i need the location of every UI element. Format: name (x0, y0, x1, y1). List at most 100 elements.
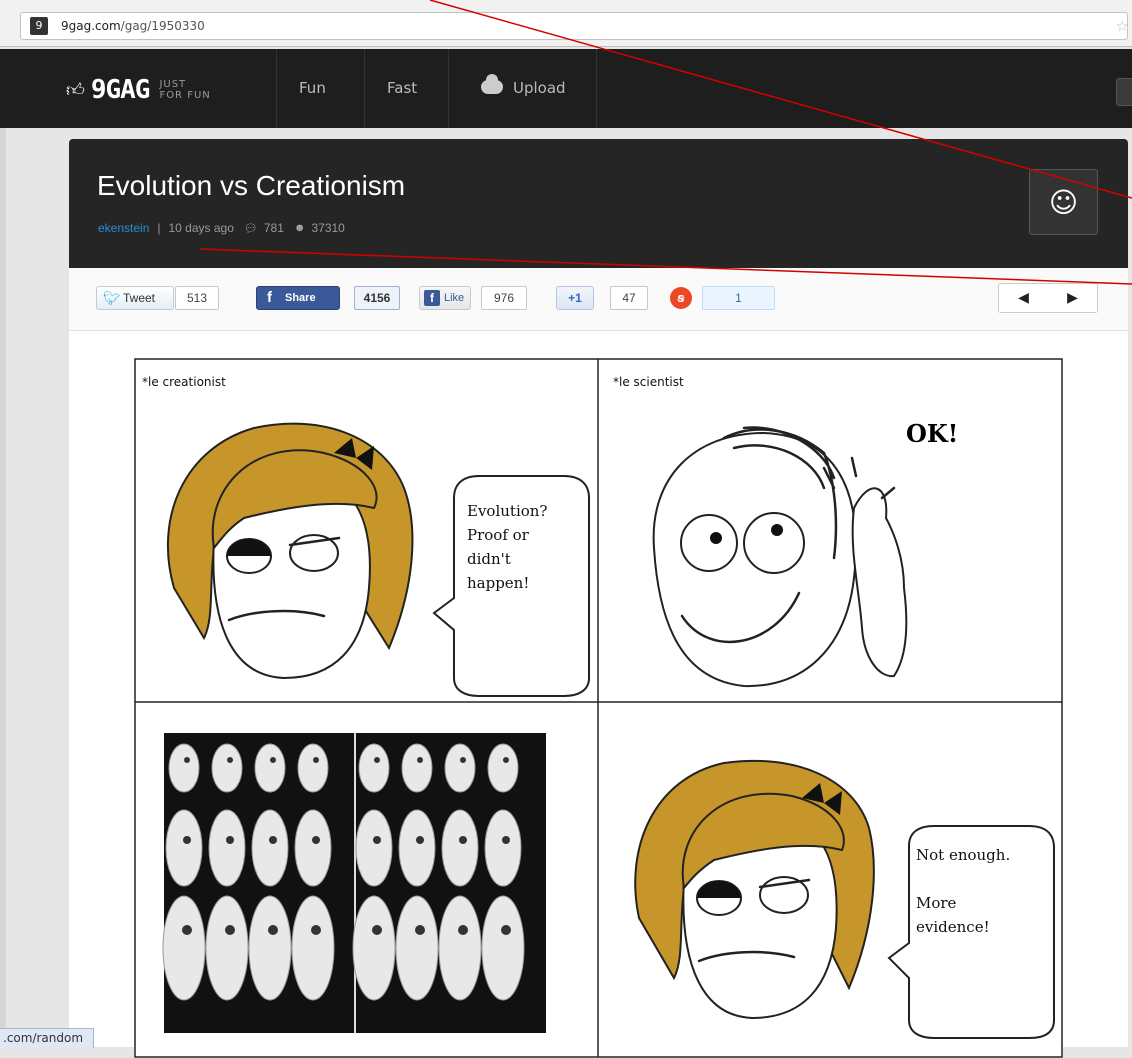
site-top-bar: 👍︎ 9GAG JUST FOR FUN Fun Fast Upload (0, 49, 1132, 128)
embryo-eye (313, 757, 319, 763)
share-bar: 🐦︎ Tweet 513 f Share 4156 f Like 976 +1 47 … (69, 268, 1128, 331)
embryo-eye (501, 925, 511, 935)
embryo-eye (268, 925, 278, 935)
embryo-eye (417, 757, 423, 763)
post-header: Evolution vs Creationism ekenstein | 10 … (69, 139, 1128, 268)
post-content: *le creationist Evolution? Proof or didn… (69, 331, 1128, 1058)
site-logo[interactable]: 👍︎ 9GAG JUST FOR FUN (66, 74, 211, 106)
plusone-count: 47 (610, 286, 648, 310)
nav-fun[interactable]: Fun (276, 49, 348, 128)
logo-tagline-line2: FOR FUN (159, 90, 211, 101)
speech-bubble-2: Not enough. More evidence! (887, 825, 1055, 1039)
previous-post-button[interactable]: ◀ (999, 284, 1048, 312)
embryo-figure (165, 809, 203, 887)
embryo-figure (438, 895, 482, 1001)
embryo-eye (226, 836, 234, 844)
embryo-figure (401, 743, 433, 793)
nav-fast[interactable]: Fast (364, 49, 439, 128)
embryo-figure (352, 895, 396, 1001)
speech-line-1-2: Proof or (467, 526, 530, 544)
embryo-eye (503, 757, 509, 763)
speech-bubble-1: Evolution? Proof or didn't happen! (432, 475, 590, 697)
embryo-eye (270, 757, 276, 763)
comic-image[interactable]: *le creationist Evolution? Proof or didn… (134, 358, 1063, 1058)
panel2-caption: *le scientist (613, 375, 684, 389)
stumbleupon-count: 1 (702, 286, 775, 310)
next-post-button[interactable]: ▶ (1048, 284, 1097, 312)
url-field[interactable]: 9 9gag.com/gag/1950330 ☆ (20, 12, 1129, 40)
share-label: Share (285, 292, 316, 304)
embryo-eye (502, 836, 510, 844)
points-count: 37310 (311, 221, 345, 235)
embryo-eye (416, 836, 424, 844)
facebook-share-button[interactable]: f Share (256, 286, 340, 310)
comment-count[interactable]: 781 (264, 221, 284, 235)
embryo-figure (291, 895, 335, 1001)
facebook-icon: f (267, 289, 272, 306)
twitter-bird-icon: 🐦︎ (103, 290, 121, 306)
embryo-eye (374, 757, 380, 763)
author-link[interactable]: ekenstein (98, 221, 149, 235)
speech-line-2-4: evidence! (916, 918, 990, 936)
url-host: 9gag.com (61, 19, 121, 33)
panel1-caption: *le creationist (142, 375, 226, 389)
browser-status-bar: .com/random (0, 1028, 95, 1048)
embryo-eye (227, 757, 233, 763)
url-text[interactable]: 9gag.com/gag/1950330 (61, 19, 205, 33)
like-label: Like (444, 292, 465, 304)
facebook-like-button[interactable]: f Like (419, 286, 471, 310)
embryo-figure (248, 895, 292, 1001)
scientist-right-pupil (771, 524, 783, 536)
speech-line-1-1: Evolution? (467, 502, 547, 520)
embryo-eye (225, 925, 235, 935)
thumbs-up-icon: 👍︎ (66, 80, 85, 100)
embryo-figure (441, 809, 479, 887)
embryo-figure (254, 743, 286, 793)
embryo-figure (444, 743, 476, 793)
tweet-button[interactable]: 🐦︎ Tweet (96, 286, 174, 310)
nav-upload[interactable]: Upload (448, 49, 597, 128)
star-icon[interactable]: ☆ (1116, 17, 1129, 35)
nav-upload-label: Upload (513, 79, 566, 97)
facebook-square-icon: f (424, 290, 440, 306)
embryo-figure (297, 743, 329, 793)
post-pager: ◀ ▶ (998, 283, 1098, 313)
embryo-eye (458, 925, 468, 935)
tweet-count: 513 (175, 286, 219, 310)
panel2-exclaim: OK! (906, 419, 958, 448)
top-right-button[interactable] (1116, 78, 1132, 106)
embryo-figure (484, 809, 522, 887)
embryo-figure (358, 743, 390, 793)
embryo-eye (460, 757, 466, 763)
embryo-eye (269, 836, 277, 844)
embryo-eye (182, 925, 192, 935)
reaction-smiley-button[interactable]: ☺ (1029, 169, 1098, 235)
post-title: Evolution vs Creationism (97, 170, 406, 201)
scientist-right-eye (743, 512, 805, 574)
upload-cloud-icon (481, 73, 503, 94)
embryo-figure (205, 895, 249, 1001)
meta-separator: | (157, 221, 161, 235)
embryo-eye (459, 836, 467, 844)
embryo-figure (251, 809, 289, 887)
scientist-left-pupil (710, 532, 722, 544)
logo-text: 9GAG (90, 75, 151, 105)
embryo-figure (211, 743, 243, 793)
points-icon: ☻ (293, 222, 306, 234)
stumbleupon-icon[interactable]: ꞩ (670, 287, 692, 309)
google-plusone-button[interactable]: +1 (556, 286, 594, 310)
left-scroll-gutter (0, 128, 6, 1047)
tweet-label: Tweet (123, 291, 156, 305)
embryo-eye (415, 925, 425, 935)
embryo-figure (481, 895, 525, 1001)
post-time: 10 days ago (168, 221, 234, 235)
embryo-eye (311, 925, 321, 935)
embryo-figure (398, 809, 436, 887)
url-path: /gag/1950330 (120, 19, 205, 33)
embryo-figure (208, 809, 246, 887)
embryo-figure (162, 895, 206, 1001)
embryo-figure (487, 743, 519, 793)
embryo-eye (312, 836, 320, 844)
browser-address-bar: 9 9gag.com/gag/1950330 ☆ (0, 0, 1132, 47)
embryo-figure (168, 743, 200, 793)
